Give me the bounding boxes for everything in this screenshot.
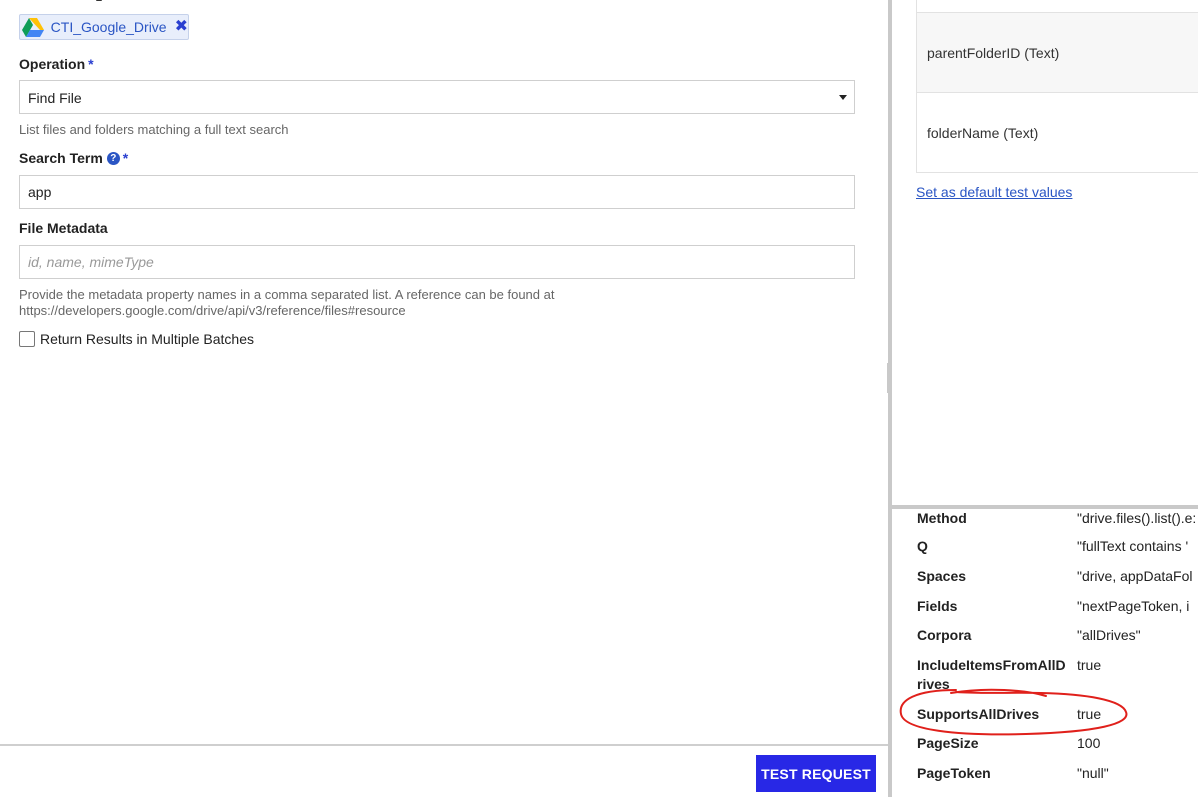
detail-key-page-size: PageSize <box>917 735 979 751</box>
param-row-parent-folder-id[interactable]: parentFolderID (Text) <box>916 12 1198 93</box>
connection-chip[interactable]: CTI_Google_Drive ✖ <box>19 14 189 40</box>
operation-help-text: List files and folders matching a full t… <box>19 122 289 137</box>
required-marker: * <box>88 56 94 72</box>
detail-value-supports-all-drives: true <box>1077 706 1102 722</box>
search-term-input[interactable] <box>19 175 855 209</box>
detail-value-page-token: "null" <box>1077 765 1109 781</box>
detail-value-page-size: 100 <box>1077 735 1101 751</box>
help-icon[interactable]: ? <box>106 151 120 165</box>
file-metadata-help-line: Provide the metadata property names in a… <box>19 287 555 302</box>
detail-key-corpora: Corpora <box>917 627 972 643</box>
operation-select[interactable]: Find File <box>19 80 855 114</box>
chevron-down-icon <box>839 95 847 100</box>
file-metadata-help-text: Provide the metadata property names in a… <box>19 287 554 319</box>
set-default-test-values-link[interactable]: Set as default test values <box>916 184 1072 200</box>
detail-key-fields: Fields <box>917 598 958 614</box>
detail-key-q: Q <box>917 538 928 554</box>
search-term-label: Search Term? * <box>19 150 128 166</box>
footer-divider <box>0 744 888 746</box>
operation-config-panel: CTI_Google_Drive ✖ Operation * Find File … <box>0 0 888 797</box>
operation-select-value: Find File <box>28 90 82 106</box>
operation-label-text: Operation <box>19 56 86 72</box>
multiple-batches-label[interactable]: Return Results in Multiple Batches <box>40 331 254 347</box>
detail-value-q: "fullText contains ' <box>1077 538 1189 554</box>
file-metadata-label: File Metadata <box>19 220 108 236</box>
search-term-label-text: Search Term <box>19 150 103 166</box>
detail-value-spaces: "drive, appDataFol <box>1077 568 1193 584</box>
file-metadata-reference-url: https://developers.google.com/drive/api/… <box>19 303 406 318</box>
detail-value-method: "drive.files().list().e: <box>1077 510 1197 526</box>
param-label: parentFolderID (Text) <box>927 44 1060 61</box>
google-drive-icon <box>22 16 45 38</box>
connection-name[interactable]: CTI_Google_Drive <box>51 19 167 35</box>
detail-key-include-items: IncludeItemsFromAllDrives <box>917 657 1066 692</box>
request-details-table: Method "drive.files().list().e: Q "fullT… <box>892 509 1198 797</box>
detail-key-method: Method <box>917 510 967 526</box>
detail-value-include-items: true <box>1077 657 1102 673</box>
clipped-label-fragment <box>88 0 118 2</box>
detail-key-supports-all-drives: SupportsAllDrives <box>917 706 1040 722</box>
required-marker: * <box>122 150 129 166</box>
operation-label: Operation * <box>19 56 94 72</box>
detail-key-spaces: Spaces <box>917 568 967 584</box>
multiple-batches-option[interactable]: Return Results in Multiple Batches <box>19 331 254 347</box>
remove-connection-icon[interactable]: ✖ <box>175 19 188 35</box>
detail-value-fields: "nextPageToken, i <box>1077 598 1190 614</box>
param-row-folder-name[interactable]: folderName (Text) <box>916 92 1198 173</box>
multiple-batches-checkbox[interactable] <box>19 331 35 347</box>
param-label: folderName (Text) <box>927 124 1039 141</box>
file-metadata-input[interactable] <box>19 245 855 279</box>
detail-value-corpora: "allDrives" <box>1077 627 1141 643</box>
test-request-button[interactable]: TEST REQUEST <box>756 755 876 792</box>
detail-key-page-token: PageToken <box>917 765 991 781</box>
